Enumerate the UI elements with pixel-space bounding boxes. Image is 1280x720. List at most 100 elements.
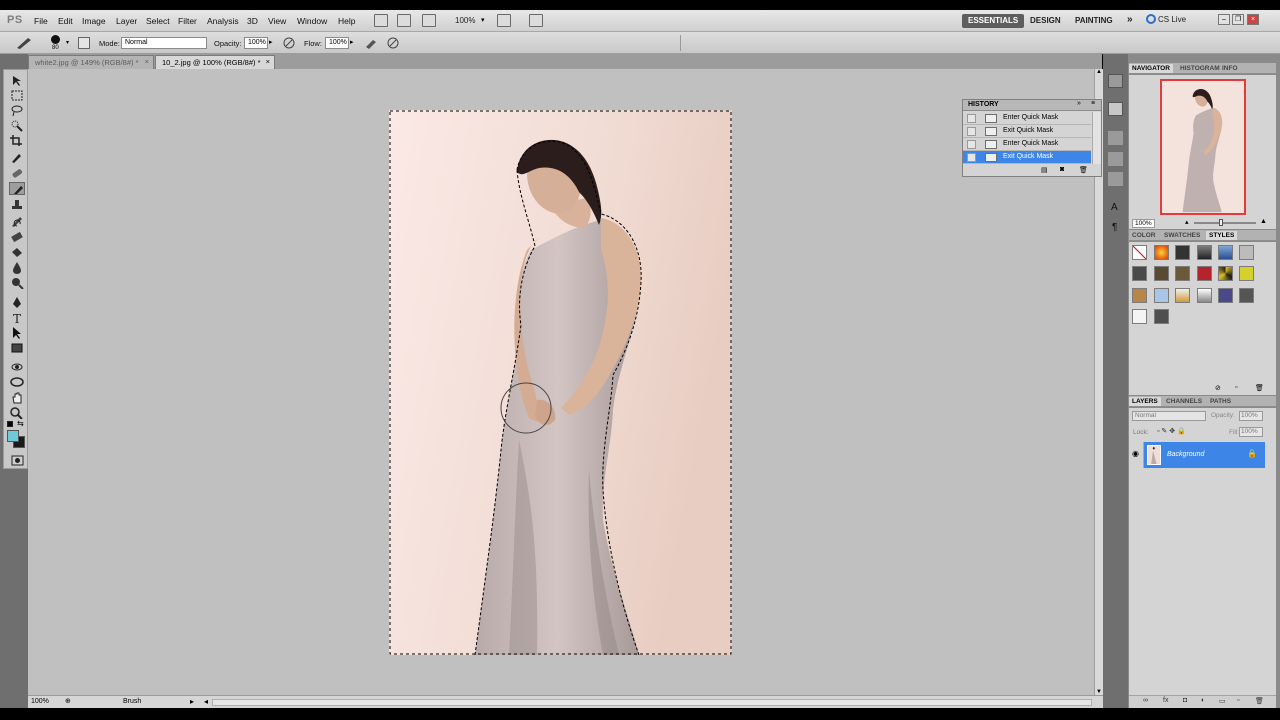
crop-tool-icon[interactable] [9,134,25,147]
opacity-slider-arrow[interactable]: ▸ [269,38,273,46]
masks-panel-icon[interactable] [1108,152,1123,166]
quick-selection-tool-icon[interactable] [9,119,25,132]
layer-visibility-cell[interactable]: ◉ [1130,442,1144,468]
group-icon[interactable]: ▭ [1219,697,1226,705]
bridge-icon[interactable] [374,14,388,27]
collapse-icon[interactable]: » [1077,100,1081,107]
default-colors-icon[interactable] [7,421,13,427]
history-item[interactable]: Exit Quick Mask [963,125,1091,138]
style-swatch[interactable] [1154,245,1169,260]
style-swatch[interactable] [1197,245,1212,260]
status-info-icon[interactable]: ⊕ [65,697,71,705]
layer-opacity-input[interactable]: 100% [1239,411,1263,421]
menu-layer[interactable]: Layer [116,16,137,26]
tab-info[interactable]: INFO [1219,64,1241,73]
menu-edit[interactable]: Edit [58,16,73,26]
paragraph-panel-icon[interactable]: ¶ [1112,222,1117,233]
layer-style-icon[interactable]: fx [1163,697,1168,704]
style-swatch[interactable] [1175,288,1190,303]
history-panel-icon[interactable] [1108,74,1123,88]
brush-tool-icon[interactable] [9,182,25,195]
blend-mode-select[interactable]: Normal [1132,411,1206,421]
menu-help[interactable]: Help [338,16,355,26]
foreground-color-swatch[interactable] [7,430,19,442]
workspace-painting[interactable]: PAINTING [1069,14,1119,28]
chevron-down-icon[interactable]: ▾ [66,39,69,46]
lock-icons[interactable]: ▫ ✎ ✥ 🔒 [1157,427,1186,435]
history-snapshot-checkbox[interactable] [967,127,976,136]
clone-source-panel-icon[interactable] [1108,172,1123,186]
trash-icon[interactable]: 🗑 [1255,697,1264,705]
layer-name[interactable]: Background [1167,451,1204,458]
type-tool-icon[interactable]: T [9,311,25,324]
3d-rotate-tool-icon[interactable] [9,360,25,373]
mini-bridge-icon[interactable] [397,14,411,27]
airbrush-icon[interactable] [364,36,378,50]
history-item[interactable]: Enter Quick Mask [963,112,1091,125]
pen-tool-icon[interactable] [9,296,25,309]
arrange-documents-icon[interactable] [497,14,511,27]
history-scrollbar[interactable] [1092,112,1101,164]
style-swatch[interactable] [1175,266,1190,281]
style-swatch[interactable] [1132,309,1147,324]
style-swatch[interactable] [1154,309,1169,324]
panel-menu-icon[interactable]: ≡ [1091,100,1095,107]
style-swatch[interactable] [1218,245,1233,260]
3d-orbit-tool-icon[interactable] [9,375,25,388]
menu-file[interactable]: File [34,16,48,26]
actions-panel-icon[interactable] [1108,102,1123,116]
blur-tool-icon[interactable] [9,261,25,274]
menu-window[interactable]: Window [297,16,327,26]
view-extras-icon[interactable] [422,14,436,27]
layer-row-background[interactable]: Background 🔒 [1144,442,1265,468]
flow-slider-arrow[interactable]: ▸ [350,38,354,46]
flow-input[interactable]: 100% [325,37,349,49]
lasso-tool-icon[interactable] [9,104,25,117]
navigator-zoom-slider[interactable] [1194,222,1256,224]
menu-view[interactable]: View [268,16,286,26]
cs-live-icon[interactable] [1146,14,1156,24]
tab-histogram[interactable]: HISTOGRAM [1177,64,1223,73]
workspace-essentials[interactable]: ESSENTIALS [962,14,1025,28]
eye-icon[interactable]: ◉ [1132,449,1139,458]
screen-mode-icon[interactable] [529,14,543,27]
style-swatch[interactable] [1175,245,1190,260]
adjustment-layer-icon[interactable]: ◐ [1201,697,1205,704]
history-brush-tool-icon[interactable] [9,214,25,227]
link-layers-icon[interactable]: ∞ [1143,697,1148,704]
style-none[interactable] [1132,245,1147,260]
tab-color[interactable]: COLOR [1129,231,1158,240]
menu-filter[interactable]: Filter [178,16,197,26]
eraser-tool-icon[interactable] [9,230,25,243]
close-icon[interactable]: × [266,57,270,66]
menu-analysis[interactable]: Analysis [207,16,239,26]
tab-layers[interactable]: LAYERS [1129,397,1161,406]
new-style-icon[interactable]: ▫ [1235,384,1237,391]
rectangle-tool-icon[interactable] [9,341,25,354]
path-selection-tool-icon[interactable] [9,326,25,339]
style-swatch[interactable] [1154,266,1169,281]
eyedropper-tool-icon[interactable] [9,150,25,163]
style-swatch[interactable] [1239,288,1254,303]
snapshot-icon[interactable]: ◙ [1060,166,1064,173]
history-snapshot-checkbox[interactable] [967,114,976,123]
dodge-tool-icon[interactable] [9,276,25,289]
layers-scrollbar[interactable] [1265,410,1275,700]
workspace-design[interactable]: DESIGN [1024,14,1067,28]
move-tool-icon[interactable] [9,74,25,87]
zoom-dropdown[interactable]: 100% [455,16,475,25]
paint-bucket-tool-icon[interactable] [9,246,25,259]
trash-icon[interactable]: 🗑 [1079,166,1088,174]
tab-swatches[interactable]: SWATCHES [1161,231,1203,240]
clone-stamp-tool-icon[interactable] [9,199,25,212]
hand-tool-icon[interactable] [9,391,25,404]
style-swatch[interactable] [1218,288,1233,303]
menu-image[interactable]: Image [82,16,106,26]
character-panel-icon[interactable]: A [1111,202,1118,213]
menu-3d[interactable]: 3D [247,16,258,26]
tab-styles[interactable]: STYLES [1206,231,1238,240]
clear-style-icon[interactable]: ⊘ [1215,384,1221,392]
minimize-icon[interactable]: – [1218,14,1230,25]
layer-mask-icon[interactable]: ◘ [1183,697,1187,704]
history-item[interactable]: Enter Quick Mask [963,138,1091,151]
